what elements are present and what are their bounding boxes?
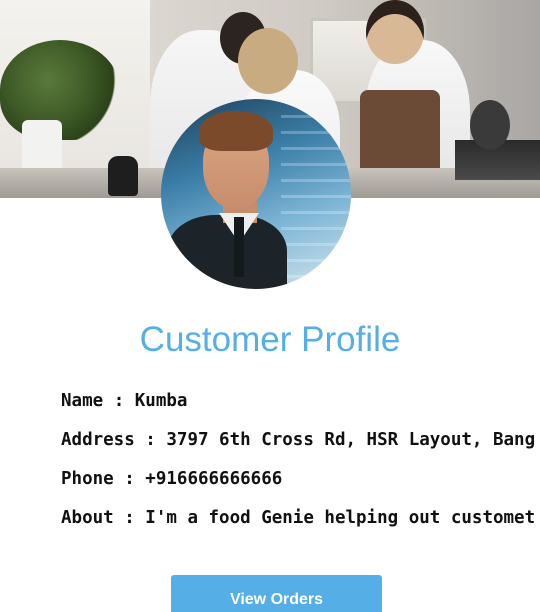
- field-label: About: [61, 508, 114, 528]
- profile-row-name: Name : Kumba: [61, 389, 540, 428]
- field-separator: :: [134, 430, 167, 450]
- profile-row-about: About : I'm a food Genie helping out cus…: [61, 506, 540, 545]
- field-separator: :: [113, 508, 146, 528]
- field-value: 3797 6th Cross Rd, HSR Layout, Bang: [166, 430, 536, 450]
- profile-details: Name : Kumba Address : 3797 6th Cross Rd…: [61, 389, 540, 545]
- avatar-background-building: [281, 99, 351, 289]
- field-value: +916666666666: [145, 469, 283, 489]
- view-orders-button[interactable]: View Orders: [171, 575, 382, 612]
- cover-kettle: [108, 156, 138, 196]
- field-separator: :: [113, 469, 146, 489]
- cover-person-2-head: [238, 28, 298, 94]
- field-label: Address: [61, 430, 135, 450]
- avatar-hair: [199, 111, 273, 151]
- cover-person-3-head: [366, 0, 424, 64]
- page-title: Customer Profile: [139, 320, 401, 359]
- avatar-tie: [234, 217, 244, 277]
- field-value: Kumba: [134, 391, 188, 411]
- profile-row-address: Address : 3797 6th Cross Rd, HSR Layout,…: [61, 428, 540, 467]
- field-label: Phone: [61, 469, 114, 489]
- avatar-suit: [167, 215, 287, 289]
- field-separator: :: [103, 391, 135, 411]
- field-value: I'm a food Genie helping out customet: [145, 508, 536, 528]
- customer-profile-page: Customer Profile Name : Kumba Address : …: [0, 0, 540, 612]
- profile-row-phone: Phone : +916666666666: [61, 467, 540, 506]
- avatar: [161, 99, 351, 289]
- cover-pan: [470, 100, 510, 150]
- field-label: Name: [61, 391, 104, 411]
